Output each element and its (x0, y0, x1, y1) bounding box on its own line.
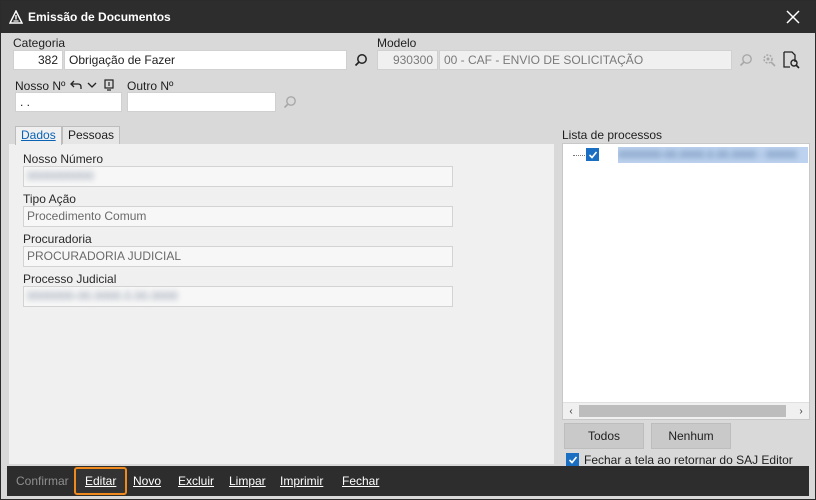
nosso-field[interactable]: . . (15, 92, 122, 112)
processo-field: 0000000-00.0000.0.00.0000 (23, 286, 453, 307)
bracket-icon (104, 79, 114, 91)
categoria-name-field[interactable]: Obrigação de Fazer (64, 50, 347, 70)
scroll-left-icon[interactable]: ‹ (563, 403, 579, 419)
tipo-acao-label: Tipo Ação (23, 192, 76, 206)
checkmark-icon (568, 455, 577, 464)
list-item[interactable]: 0000000-00.0000.0.00.0000 - 00000 (573, 147, 809, 163)
tab-pessoas[interactable]: Pessoas (62, 126, 121, 144)
tab-dados[interactable]: Dados (15, 126, 62, 145)
imprimir-button[interactable]: Imprimir (280, 466, 323, 496)
search-icon (283, 96, 296, 109)
scroll-right-icon[interactable]: › (793, 403, 809, 419)
scroll-thumb[interactable] (579, 405, 786, 417)
gear-search-icon (763, 54, 776, 67)
modelo-name-field[interactable]: 00 - CAF - ENVIO DE SOLICITAÇÃO (439, 50, 732, 70)
nosso-label: Nosso Nº (15, 79, 66, 93)
categoria-search-button[interactable] (352, 51, 370, 69)
horizontal-scrollbar[interactable]: ‹ › (563, 402, 809, 419)
modelo-document-button[interactable] (782, 51, 800, 69)
modelo-search-button[interactable] (737, 51, 755, 69)
procuradoria-field: PROCURADORIA JUDICIAL (23, 246, 453, 267)
processo-label: Processo Judicial (23, 272, 117, 286)
excluir-button[interactable]: Excluir (178, 466, 214, 496)
fechar-tela-checkbox[interactable] (566, 453, 579, 466)
chevron-down-icon (87, 82, 97, 88)
outro-field[interactable] (127, 92, 276, 112)
modelo-label: Modelo (377, 36, 417, 50)
nenhum-button[interactable]: Nenhum (651, 423, 731, 449)
processos-label: Lista de processos (562, 128, 663, 142)
modelo-code-field[interactable]: 930300 (377, 50, 438, 70)
processo-value: 0000000-00.0000.0.00.0000 (27, 289, 178, 303)
confirmar-button[interactable]: Confirmar (16, 466, 69, 496)
search-icon (354, 54, 367, 67)
close-icon (786, 10, 800, 24)
outro-search-button[interactable] (281, 93, 299, 111)
nosso-numero-label: Nosso Número (23, 152, 104, 166)
process-checkbox[interactable] (586, 148, 599, 161)
checkmark-icon (588, 150, 597, 159)
modelo-settings-button[interactable] (760, 51, 778, 69)
close-button[interactable] (771, 1, 815, 33)
nosso-numero-field: 0000000000 (23, 166, 453, 187)
search-icon (739, 54, 752, 67)
novo-button[interactable]: Novo (133, 466, 161, 496)
title-bar: Emissão de Documentos (1, 1, 815, 33)
nosso-numero-value: 0000000000 (27, 169, 94, 183)
document-search-icon (783, 51, 800, 69)
limpar-button[interactable]: Limpar (229, 466, 266, 496)
process-item-text: 0000000-00.0000.0.00.0000 - 00000 (618, 147, 808, 163)
warning-triangle-icon (8, 9, 24, 24)
fechar-tela-label[interactable]: Fechar a tela ao retornar do SAJ Editor (584, 453, 793, 467)
procuradoria-label: Procuradoria (23, 232, 92, 246)
window-title: Emissão de Documentos (28, 10, 171, 24)
categoria-code-field[interactable]: 382 (13, 50, 63, 70)
action-bar: Confirmar Editar Novo Excluir Limpar Imp… (7, 466, 809, 496)
tree-line (573, 155, 585, 156)
emissao-window: Emissão de Documentos Categoria 382 Obri… (0, 0, 816, 500)
editar-button[interactable]: Editar (74, 467, 128, 495)
categoria-label: Categoria (13, 36, 66, 50)
fechar-button[interactable]: Fechar (342, 466, 379, 496)
processos-list[interactable]: 0000000-00.0000.0.00.0000 - 00000 ‹ › (562, 143, 810, 420)
undo-arrow-icon (70, 80, 82, 89)
tipo-acao-field: Procedimento Comum (23, 206, 453, 227)
todos-button[interactable]: Todos (564, 423, 644, 449)
dados-panel: Nosso Número 0000000000 Tipo Ação Proced… (9, 144, 554, 464)
outro-label: Outro Nº (127, 79, 174, 93)
